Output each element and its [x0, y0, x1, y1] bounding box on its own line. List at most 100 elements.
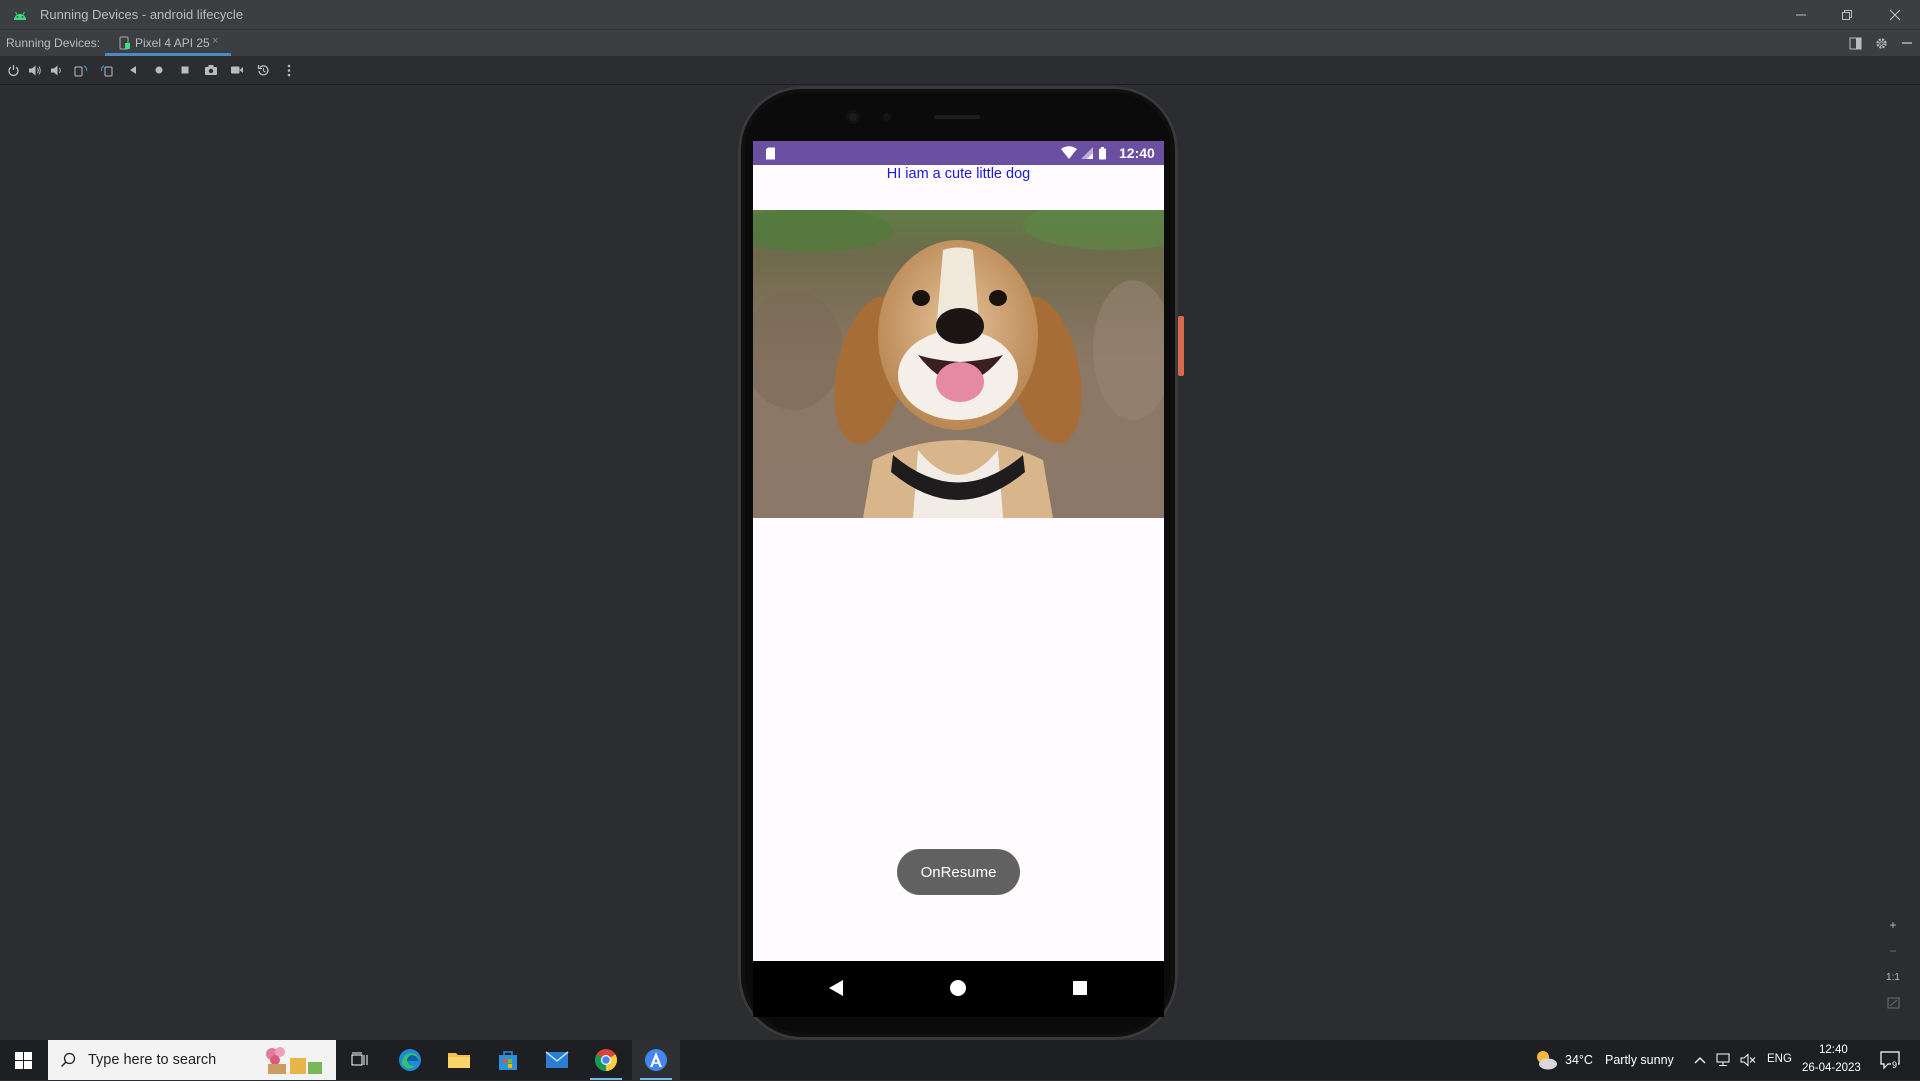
rotate-right-icon [100, 64, 113, 76]
home-icon [155, 66, 163, 74]
taskbar-search-box[interactable]: Type here to search [48, 1040, 336, 1080]
android-studio-app-icon [645, 1049, 667, 1071]
android-studio-taskbar-button[interactable] [632, 1040, 680, 1080]
window-title: Running Devices - android lifecycle [40, 7, 244, 22]
rotate-left-button[interactable] [72, 61, 90, 79]
zoom-out-button[interactable]: − [1884, 942, 1902, 960]
mail-taskbar-button[interactable] [533, 1040, 581, 1080]
chrome-icon [595, 1049, 617, 1071]
back-triangle-icon [829, 980, 843, 996]
notification-count: 9 [1891, 1060, 1899, 1070]
screenshot-button[interactable] [202, 61, 220, 79]
zoom-in-button[interactable]: + [1884, 916, 1902, 934]
zoom-fit-button[interactable] [1884, 994, 1902, 1012]
edge-browser-icon [399, 1049, 421, 1071]
reset-icon [257, 64, 269, 75]
overview-button[interactable] [176, 61, 194, 79]
reset-button[interactable] [254, 61, 272, 79]
chrome-taskbar-button[interactable] [582, 1040, 630, 1080]
tab-close-icon[interactable]: × [212, 35, 218, 47]
greeting-text: HI iam a cute little dog [886, 166, 1031, 182]
windows-logo-icon [14, 1051, 32, 1069]
sd-card-icon [765, 147, 776, 165]
gear-icon [1875, 37, 1887, 49]
android-nav-bar [753, 961, 1164, 1017]
network-icon[interactable] [1716, 1052, 1732, 1068]
nav-home-button[interactable] [944, 974, 972, 1002]
close-icon [1889, 9, 1901, 20]
power-icon [7, 64, 19, 76]
nav-back-button[interactable] [822, 974, 850, 1002]
back-button[interactable] [124, 61, 142, 79]
device-toolbar [0, 56, 1920, 85]
clock-date[interactable]: 26-04-2023 [1802, 1062, 1861, 1074]
microsoft-store-taskbar-button[interactable] [484, 1040, 532, 1080]
fit-screen-icon [1887, 997, 1899, 1009]
overview-icon [181, 66, 189, 74]
running-devices-label: Running Devices: [6, 36, 101, 50]
volume-down-icon [51, 65, 61, 75]
status-clock: 12:40 [1119, 145, 1155, 161]
dog-photo [753, 210, 1164, 518]
running-devices-tab-bar: Running Devices: Pixel 4 API 25 × [0, 29, 1920, 56]
windows-taskbar: Type here to search 34°C Partly sunny EN… [0, 1040, 1920, 1080]
folder-icon [448, 1053, 470, 1068]
minimize-panel-icon [1902, 42, 1912, 44]
weather-icon[interactable] [1534, 1049, 1558, 1071]
close-window-button[interactable] [1872, 0, 1918, 29]
mail-icon [545, 1051, 569, 1068]
file-explorer-taskbar-button[interactable] [435, 1040, 483, 1080]
volume-muted-icon[interactable] [1740, 1052, 1756, 1068]
camera-icon [205, 65, 217, 75]
home-circle-icon [950, 980, 966, 996]
device-screen[interactable]: 12:40 HI iam a cute little dog OnResume [753, 141, 1164, 961]
more-vertical-icon [287, 64, 291, 76]
edge-taskbar-button[interactable] [386, 1040, 434, 1080]
home-button[interactable] [150, 61, 168, 79]
rotate-left-icon [74, 64, 88, 76]
task-view-icon [351, 1052, 368, 1066]
earpiece-speaker [934, 115, 980, 119]
store-bag-icon [499, 1051, 517, 1070]
tab-label: Pixel 4 API 25 [135, 36, 210, 50]
volume-down-button[interactable] [48, 61, 66, 79]
wifi-signal-battery-icons [1061, 146, 1117, 166]
screen-record-button[interactable] [228, 61, 246, 79]
device-side-button [1178, 316, 1184, 376]
front-camera [846, 110, 860, 124]
device-frame: 12:40 HI iam a cute little dog OnResume [738, 86, 1184, 1040]
android-status-bar: 12:40 [753, 141, 1164, 165]
weather-temperature[interactable]: 34°C [1565, 1053, 1593, 1067]
power-button[interactable] [4, 61, 22, 79]
search-placeholder: Type here to search [88, 1052, 217, 1068]
minimize-icon [1796, 14, 1806, 15]
clock-time[interactable]: 12:40 [1819, 1044, 1848, 1056]
settings-button[interactable] [1872, 34, 1890, 52]
nav-overview-button[interactable] [1066, 974, 1094, 1002]
minimize-button[interactable] [1778, 0, 1824, 29]
show-hidden-icons-icon[interactable] [1692, 1052, 1708, 1068]
zoom-actual-size-button[interactable]: 1:1 [1884, 968, 1902, 986]
start-button[interactable] [0, 1040, 46, 1080]
input-language[interactable]: ENG [1767, 1053, 1792, 1065]
more-options-button[interactable] [280, 61, 298, 79]
toast-message: OnResume [897, 849, 1020, 895]
search-highlight-image [260, 1044, 330, 1081]
restore-button[interactable] [1824, 0, 1870, 29]
search-icon [60, 1052, 76, 1073]
rotate-right-button[interactable] [98, 61, 116, 79]
volume-up-button[interactable] [26, 61, 44, 79]
tab-pixel-4-api-25[interactable]: Pixel 4 API 25 × [105, 30, 231, 56]
hide-panel-button[interactable] [1898, 34, 1916, 52]
weather-description[interactable]: Partly sunny [1605, 1053, 1674, 1067]
title-bar: Running Devices - android lifecycle [0, 0, 1920, 29]
front-sensor [883, 113, 891, 121]
video-camera-icon [231, 66, 243, 74]
volume-up-icon [29, 65, 41, 75]
layout-toggle-button[interactable] [1846, 34, 1864, 52]
back-icon [130, 66, 136, 74]
restore-icon [1842, 9, 1852, 20]
overview-square-icon [1073, 981, 1087, 995]
android-studio-icon [12, 8, 28, 26]
task-view-button[interactable] [336, 1040, 384, 1080]
